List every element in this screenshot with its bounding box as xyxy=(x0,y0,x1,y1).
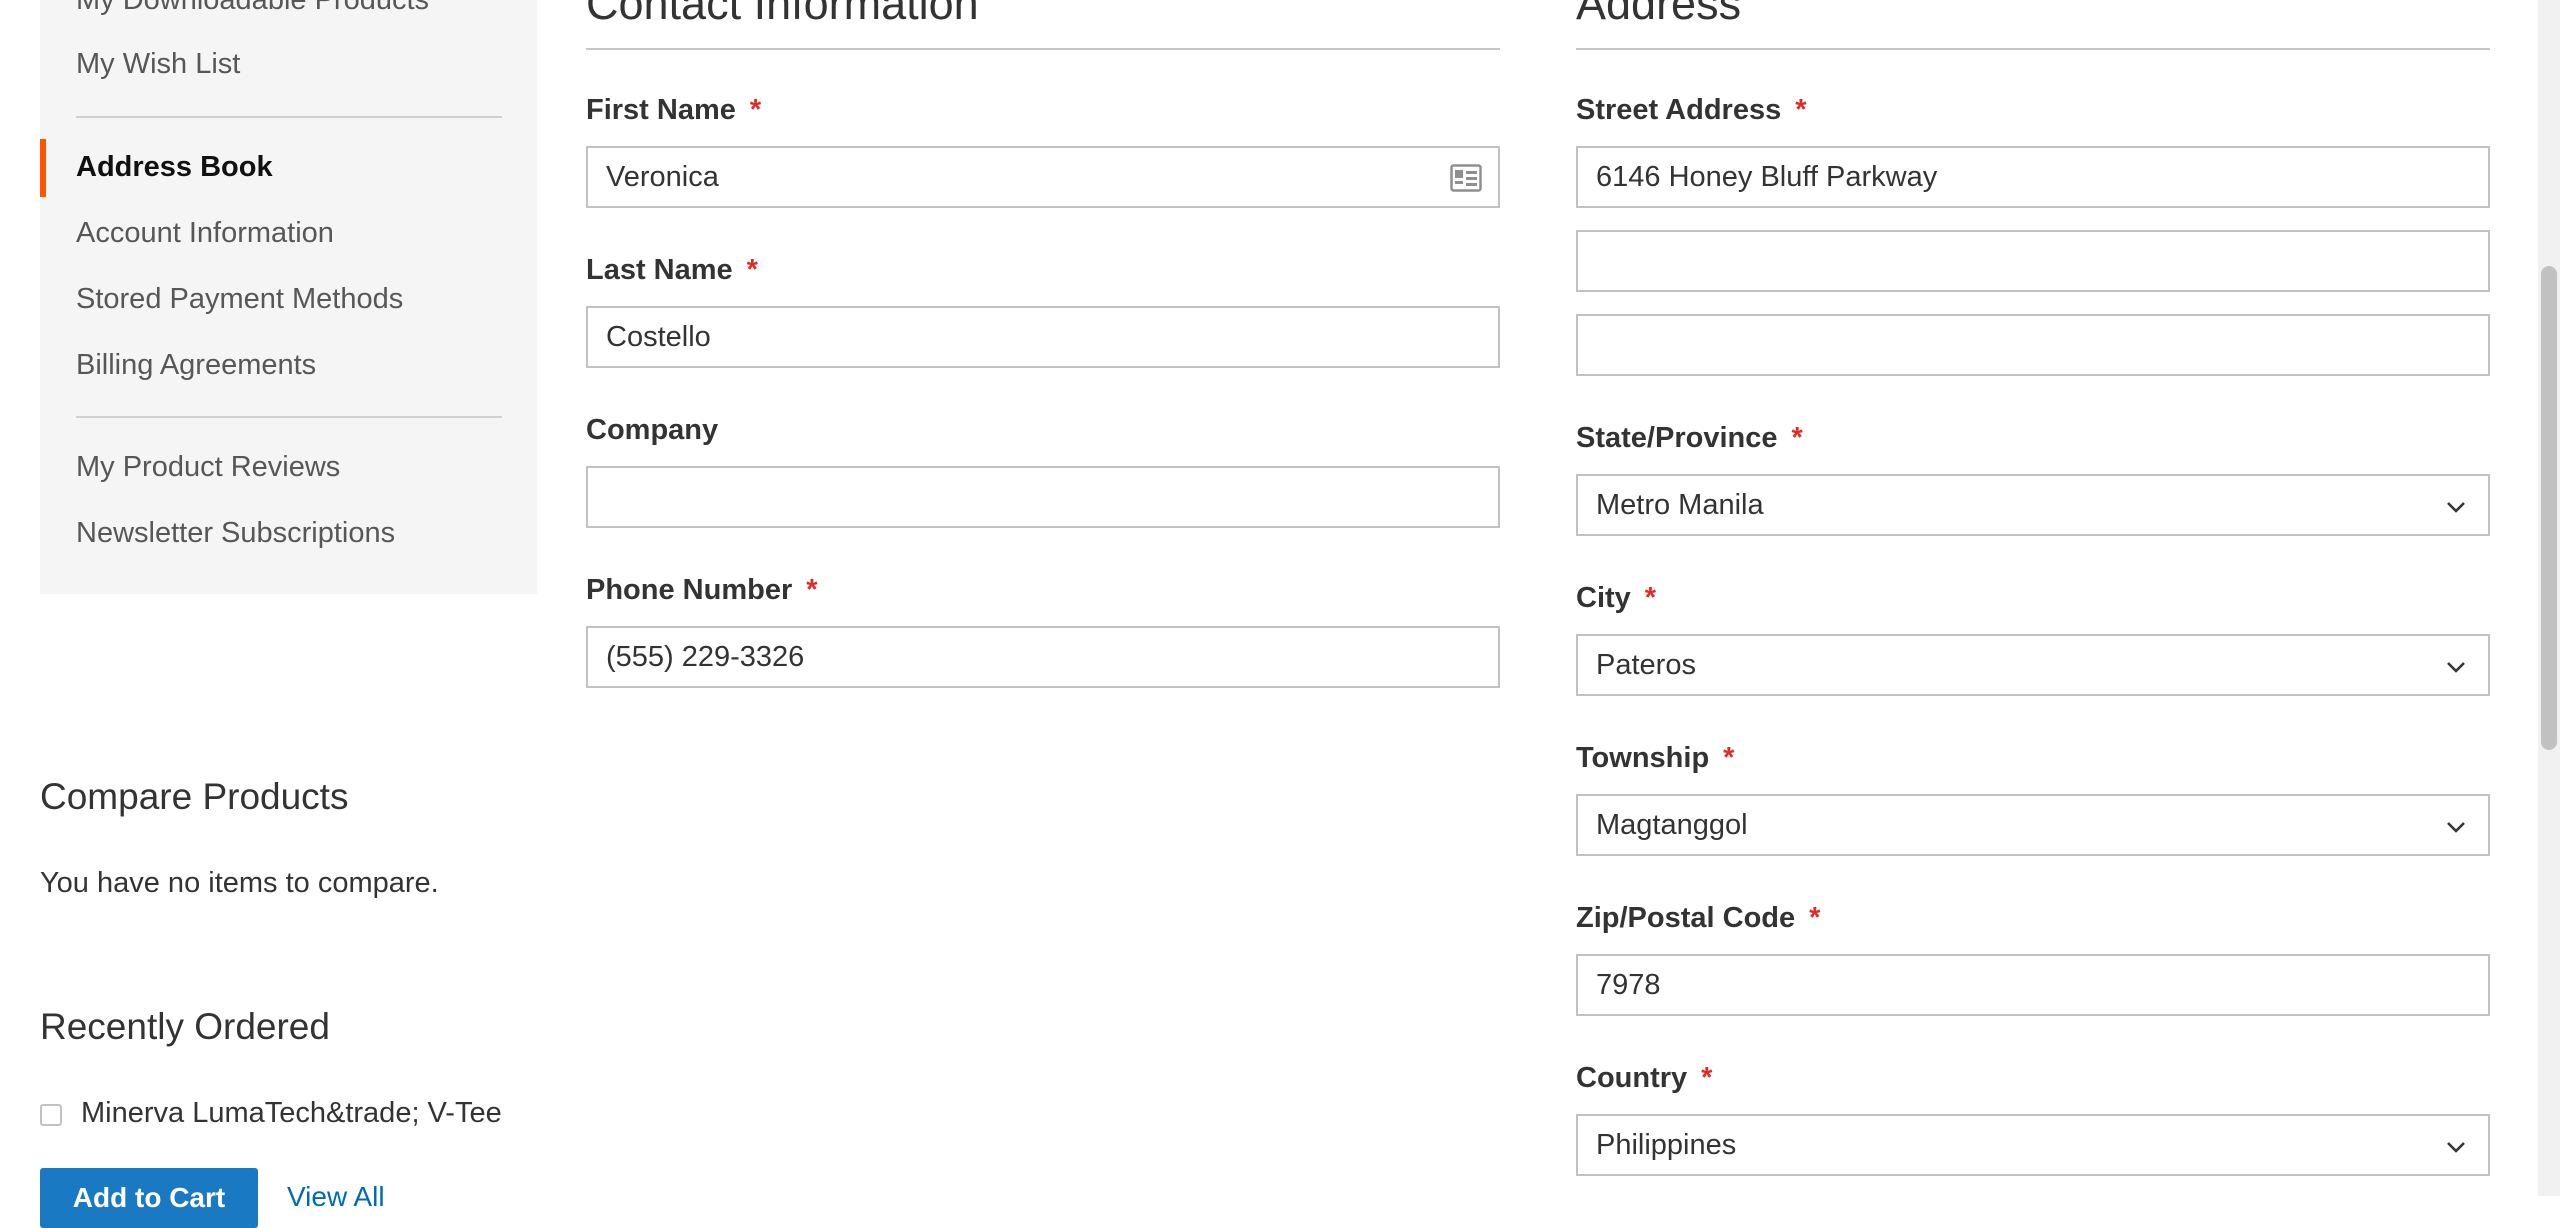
street-address-line-1[interactable]: 6146 Honey Bluff Parkway xyxy=(1576,146,2490,208)
country-label: Country * xyxy=(1576,1062,1713,1094)
zip-postal-code-label: Zip/Postal Code * xyxy=(1576,902,1821,934)
nav-divider xyxy=(76,416,502,418)
nav-divider xyxy=(76,116,502,118)
state-province-label: State/Province * xyxy=(1576,422,1803,454)
first-name-label: First Name * xyxy=(586,94,762,126)
phone-number-input[interactable]: (555) 229-3326 xyxy=(586,626,1500,688)
last-name-input[interactable]: Costello xyxy=(586,306,1500,368)
nav-item-stored-payment-methods[interactable]: Stored Payment Methods xyxy=(76,283,403,316)
city-select[interactable]: Pateros xyxy=(1576,634,2490,696)
state-province-select[interactable]: Metro Manila xyxy=(1576,474,2490,536)
last-name-label: Last Name * xyxy=(586,254,758,286)
contact-card-icon[interactable] xyxy=(1450,164,1482,192)
nav-item-my-downloadable-products[interactable]: My Downloadable Products xyxy=(76,0,429,17)
nav-item-my-wish-list[interactable]: My Wish List xyxy=(76,48,240,81)
page-scrollbar[interactable] xyxy=(2538,0,2560,1196)
nav-item-account-information[interactable]: Account Information xyxy=(76,217,334,250)
recent-item-name: Minerva LumaTech&trade; V-Tee xyxy=(81,1097,502,1129)
chevron-down-icon xyxy=(2447,662,2465,673)
first-name-input[interactable]: Veronica xyxy=(586,146,1500,208)
street-address-line-2[interactable] xyxy=(1576,230,2490,292)
view-all-link[interactable]: View All xyxy=(287,1181,385,1213)
account-nav: My Downloadable Products My Wish List Ad… xyxy=(40,0,537,594)
nav-item-newsletter-subscriptions[interactable]: Newsletter Subscriptions xyxy=(76,517,395,550)
compare-empty-text: You have no items to compare. xyxy=(40,867,439,899)
contact-information-legend: Contact Information xyxy=(586,0,979,29)
add-to-cart-button[interactable]: Add to Cart xyxy=(40,1168,258,1228)
zip-postal-code-input[interactable]: 7978 xyxy=(1576,954,2490,1016)
legend-divider xyxy=(586,48,1500,50)
street-address-line-3[interactable] xyxy=(1576,314,2490,376)
township-label: Township * xyxy=(1576,742,1735,774)
nav-item-my-product-reviews[interactable]: My Product Reviews xyxy=(76,451,340,484)
nav-item-billing-agreements[interactable]: Billing Agreements xyxy=(76,349,316,382)
nav-item-address-book: Address Book xyxy=(76,151,273,183)
recently-ordered-title: Recently Ordered xyxy=(40,1006,330,1047)
chevron-down-icon xyxy=(2447,502,2465,513)
scrollbar-thumb[interactable] xyxy=(2541,266,2557,750)
current-item-indicator xyxy=(40,139,46,197)
township-select[interactable]: Magtanggol xyxy=(1576,794,2490,856)
legend-divider xyxy=(1576,48,2490,50)
compare-products-title: Compare Products xyxy=(40,776,349,817)
company-input[interactable] xyxy=(586,466,1500,528)
chevron-down-icon xyxy=(2447,1142,2465,1153)
address-legend: Address xyxy=(1576,0,1742,29)
street-address-label: Street Address * xyxy=(1576,94,1807,126)
chevron-down-icon xyxy=(2447,822,2465,833)
phone-number-label: Phone Number * xyxy=(586,574,818,606)
recent-item-checkbox[interactable] xyxy=(40,1104,62,1126)
company-label: Company xyxy=(586,414,719,446)
country-select[interactable]: Philippines xyxy=(1576,1114,2490,1176)
city-label: City * xyxy=(1576,582,1657,614)
